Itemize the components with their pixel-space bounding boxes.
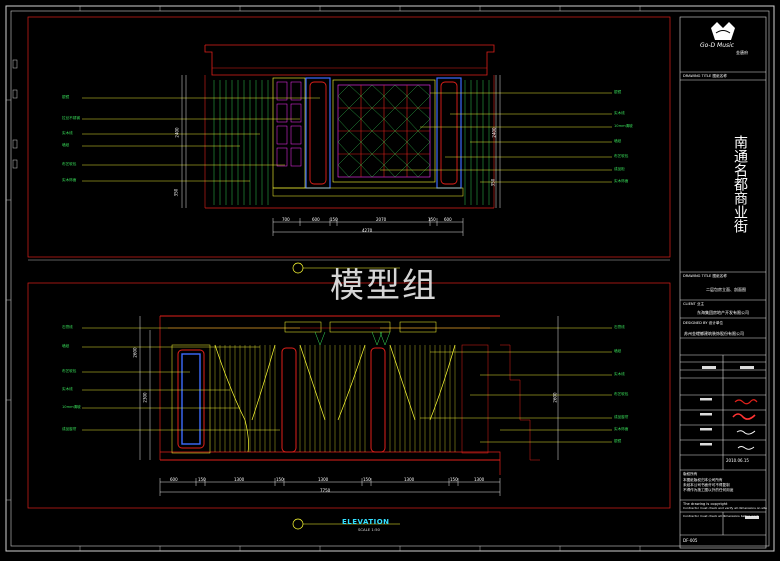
logo-text: Go‑D Music — [700, 42, 735, 49]
drawing-date: 2010.06.15 — [726, 458, 749, 463]
drawing-title: 二层包房立面、剖面图 — [706, 287, 746, 292]
note-line: Contractor must check and verify all dim… — [683, 506, 767, 510]
lower-dim-bottom: 150 — [450, 477, 458, 482]
drawing-number: DF-005 — [683, 538, 698, 543]
lower-dim-bottom: 600 — [170, 477, 178, 482]
upper-left-label: 布艺软包 — [62, 162, 77, 166]
lower-dim-bottom: 150 — [276, 477, 284, 482]
lower-dim-total: 7750 — [320, 488, 331, 493]
upper-right-label: 银镜 — [614, 90, 622, 94]
client-label: CLIENT 业主 — [683, 302, 705, 306]
lower-left-label: 实木线 — [62, 387, 73, 391]
designer-name: 苏州金螳螂建筑装饰股份有限公司 — [684, 331, 744, 336]
project-name: 南通名都商业街 — [732, 135, 748, 233]
lower-right-label: 布艺软包 — [614, 392, 629, 396]
upper-right-label: 墙纸 — [614, 139, 622, 143]
note-line: Contractor must check all dimensions bef… — [683, 514, 759, 518]
lower-elevation — [82, 315, 612, 530]
lower-left-label: 墙纸 — [62, 344, 70, 348]
upper-dim-left: 2400 — [174, 127, 180, 138]
elevation-label: ELEVATION — [342, 518, 390, 526]
cad-drawing-sheet: 模型组 Go‑D Music 金唐府 DRAWING TITLE 图纸名称 南通… — [0, 0, 780, 557]
lower-view-frame — [27, 282, 671, 509]
upper-dim-bottom: 2070 — [376, 217, 387, 222]
lower-right-label: 墙纸 — [614, 349, 622, 353]
lower-left-label: 石膏线 — [62, 325, 73, 329]
copyright-label: 版权所有 — [683, 472, 698, 476]
upper-dim-bottom: 700 — [282, 217, 290, 222]
upper-right-label: 实木线 — [614, 111, 625, 115]
title-block-fills — [700, 366, 759, 519]
lower-left-label: 布艺软包 — [62, 369, 77, 373]
scale-label: SCALE 1:50 — [358, 527, 380, 532]
lower-dim-right: 2600 — [552, 392, 558, 403]
lower-dim-bottom: 1300 — [234, 477, 245, 482]
lower-dim-left: 2300 — [142, 392, 148, 403]
lower-dim-bottom: 1300 — [318, 477, 329, 482]
watermark: 模型组 — [330, 266, 438, 306]
upper-dim-bottom: 150 — [428, 217, 436, 222]
client-name: 东海集团房地产开发有限公司 — [697, 310, 749, 315]
lower-right-label: 成品窗帘 — [614, 415, 629, 419]
upper-left-label: 墙纸 — [62, 143, 70, 147]
upper-left-label: 实木线 — [62, 131, 73, 135]
lower-dim-bottom: 150 — [198, 477, 206, 482]
logo-icon — [711, 22, 735, 40]
upper-dim-left: 350 — [173, 188, 179, 197]
upper-dim-bottom: 600 — [312, 217, 320, 222]
lower-right-label: 石膏线 — [614, 325, 625, 329]
drawing-title-label-2: DRAWING TITLE 图纸名称 — [683, 274, 727, 278]
signature-stamps — [732, 399, 758, 450]
upper-right-label: 布艺软包 — [614, 154, 629, 158]
logo-subtitle: 金唐府 — [736, 50, 748, 55]
lower-left-label: 10mm清玻 — [62, 405, 81, 409]
title-block-frame — [679, 16, 767, 549]
upper-right-label: 10mm清玻 — [614, 124, 633, 128]
lower-right-label: 实木线 — [614, 372, 625, 376]
upper-elevation — [82, 44, 612, 274]
upper-dim-bottom: 150 — [330, 217, 338, 222]
upper-right-label: 成品柜 — [614, 167, 625, 171]
upper-dim-right: 2400 — [491, 127, 497, 138]
drawing-title-label: DRAWING TITLE 图纸名称 — [683, 74, 727, 78]
frame-ticks — [6, 6, 641, 551]
binding-strip — [12, 59, 18, 169]
upper-left-label: 拉丝不锈钢 — [62, 116, 80, 120]
lower-dim-left: 2600 — [132, 347, 138, 358]
lower-dim-bottom: 150 — [363, 477, 371, 482]
upper-view-frame — [27, 16, 671, 258]
upper-left-label: 实木饰面 — [62, 178, 77, 182]
lower-dim-bottom: 1300 — [474, 477, 485, 482]
upper-right-label: 实木饰面 — [614, 179, 629, 183]
upper-dim-right: 350 — [490, 178, 496, 187]
upper-dim-total: 4270 — [362, 228, 373, 233]
upper-left-label: 银镜 — [62, 95, 70, 99]
lower-right-label: 实木饰面 — [614, 427, 629, 431]
lower-right-label: 银镜 — [614, 439, 622, 443]
lower-left-label: 成品窗帘 — [62, 427, 77, 431]
designer-label: DESIGNED BY 设计单位 — [683, 321, 724, 325]
upper-dim-bottom: 600 — [444, 217, 452, 222]
lower-dim-bottom: 1300 — [404, 477, 415, 482]
note-line: 不得作为施工图以外的任何用途 — [683, 488, 734, 492]
